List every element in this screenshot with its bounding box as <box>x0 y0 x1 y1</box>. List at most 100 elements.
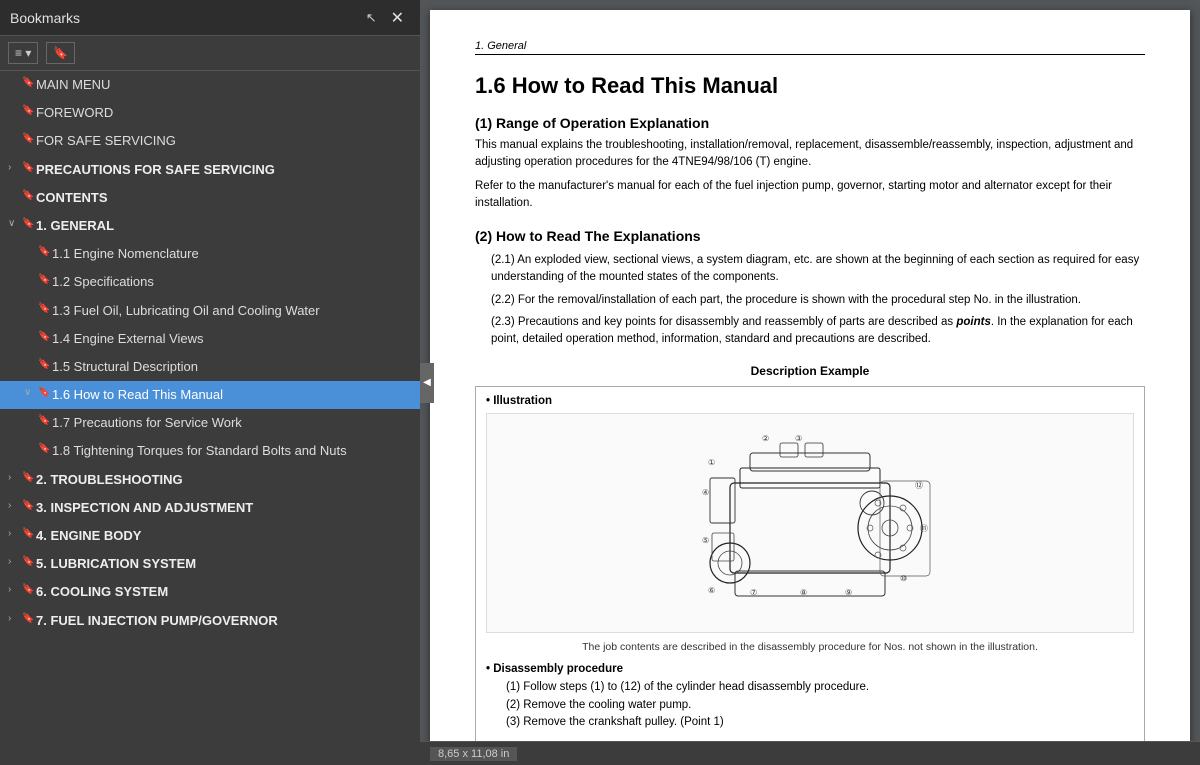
bookmark-icon: 🔖 <box>38 303 52 314</box>
bookmark-label: 7. FUEL INJECTION PUMP/GOVERNOR <box>36 612 278 630</box>
bookmark-label: 5. LUBRICATION SYSTEM <box>36 555 196 573</box>
expand-arrow: › <box>8 472 22 483</box>
svg-text:⑦: ⑦ <box>750 588 757 597</box>
disassembly-item: (2) Remove the cooling water pump. <box>486 697 1134 714</box>
bookmark-item-1-8[interactable]: 🔖 1.8 Tightening Torques for Standard Bo… <box>0 437 420 465</box>
list-options-button[interactable]: ≡ ▾ <box>8 42 38 64</box>
bookmark-icon: 🔖 <box>22 133 36 144</box>
bookmark-label: CONTENTS <box>36 189 108 207</box>
section-label: 1. General <box>475 40 1145 55</box>
disassembly-item: (3) Remove the crankshaft pulley. (Point… <box>486 714 1134 731</box>
doc-container[interactable]: 1. General 1.6 How to Read This Manual (… <box>420 0 1200 741</box>
bookmark-label: FOR SAFE SERVICING <box>36 132 176 150</box>
bookmark-item-foreword[interactable]: 🔖 FOREWORD <box>0 99 420 127</box>
bookmark-label: 1. GENERAL <box>36 217 114 235</box>
bookmark-icon: 🔖 <box>22 472 36 483</box>
bookmark-icon: 🔖 <box>38 359 52 370</box>
bookmark-item-main-menu[interactable]: 🔖 MAIN MENU <box>0 71 420 99</box>
section-range-of-operation: (1) Range of Operation Explanation This … <box>475 115 1145 212</box>
item3-bold: points <box>956 316 991 328</box>
bookmark-list: 🔖 MAIN MENU🔖 FOREWORD🔖 FOR SAFE SERVICIN… <box>0 71 420 765</box>
bookmark-icon: 🔖 <box>22 528 36 539</box>
svg-text:②: ② <box>762 434 769 443</box>
bookmark-item-inspection[interactable]: ›🔖 3. INSPECTION AND ADJUSTMENT <box>0 494 420 522</box>
bookmark-icon: 🔖 <box>22 613 36 624</box>
svg-text:⑥: ⑥ <box>708 586 715 595</box>
bookmark-item-1-4[interactable]: 🔖 1.4 Engine External Views <box>0 325 420 353</box>
collapse-panel-button[interactable]: ◀ <box>420 363 434 403</box>
bookmark-label: 1.2 Specifications <box>52 273 154 291</box>
page-size-label: 8,65 x 11,08 in <box>430 747 517 761</box>
section2-item1: (2.1) An exploded view, sectional views,… <box>475 252 1145 287</box>
bookmark-item-1-2[interactable]: 🔖 1.2 Specifications <box>0 268 420 296</box>
bookmark-item-1-5[interactable]: 🔖 1.5 Structural Description <box>0 353 420 381</box>
section2-item2: (2.2) For the removal/installation of ea… <box>475 292 1145 309</box>
bookmark-label: 1.7 Precautions for Service Work <box>52 414 242 432</box>
bookmark-icon: 🔖 <box>22 162 36 173</box>
bookmark-icon: 🔖 <box>22 500 36 511</box>
svg-text:⑨: ⑨ <box>845 588 852 597</box>
illustration-caption: The job contents are described in the di… <box>486 641 1134 653</box>
add-bookmark-button[interactable]: 🔖 <box>46 42 75 64</box>
bookmark-item-1-6[interactable]: ∨🔖 1.6 How to Read This Manual <box>0 381 420 409</box>
bookmark-label: 1.3 Fuel Oil, Lubricating Oil and Coolin… <box>52 302 320 320</box>
svg-text:⑧: ⑧ <box>800 588 807 597</box>
illustration-label: • Illustration <box>486 395 1134 407</box>
svg-text:④: ④ <box>702 488 709 497</box>
bookmark-icon: 🔖 <box>38 246 52 257</box>
bookmark-icon: 🔖 <box>22 105 36 116</box>
bookmark-icon: 🔖 <box>22 77 36 88</box>
bookmark-label: 6. COOLING SYSTEM <box>36 583 168 601</box>
document-panel: 1. General 1.6 How to Read This Manual (… <box>420 0 1200 765</box>
section2-item3: (2.3) Precautions and key points for dis… <box>475 314 1145 349</box>
bookmark-item-for-safe[interactable]: 🔖 FOR SAFE SERVICING <box>0 127 420 155</box>
bookmark-item-engine-body[interactable]: ›🔖 4. ENGINE BODY <box>0 522 420 550</box>
expand-arrow: › <box>8 613 22 624</box>
bookmark-icon: 🔖 <box>38 443 52 454</box>
bookmark-item-fuel-injection[interactable]: ›🔖 7. FUEL INJECTION PUMP/GOVERNOR <box>0 607 420 635</box>
bookmark-item-precautions[interactable]: ›🔖 PRECAUTIONS FOR SAFE SERVICING <box>0 156 420 184</box>
disassembly-items: (1) Follow steps (1) to (12) of the cyli… <box>486 679 1134 731</box>
bookmark-icon: 🔖 <box>38 274 52 285</box>
close-button[interactable]: ✕ <box>385 6 410 30</box>
bookmark-item-cooling[interactable]: ›🔖 6. COOLING SYSTEM <box>0 578 420 606</box>
bookmark-item-lubrication[interactable]: ›🔖 5. LUBRICATION SYSTEM <box>0 550 420 578</box>
illustration-area: ① ② ③ ④ ⑤ ⑥ ⑦ ⑧ ⑨ ⑩ ⑪ ⑫ <box>486 413 1134 633</box>
section-how-to-read: (2) How to Read The Explanations (2.1) A… <box>475 228 1145 348</box>
description-example: Description Example • Illustration <box>475 364 1145 741</box>
bookmark-label: 1.6 How to Read This Manual <box>52 386 223 404</box>
expand-arrow: › <box>8 162 22 173</box>
section1-title: (1) Range of Operation Explanation <box>475 115 1145 131</box>
bookmark-label: 2. TROUBLESHOOTING <box>36 471 183 489</box>
example-title: Description Example <box>475 364 1145 378</box>
bookmark-item-1-3[interactable]: 🔖 1.3 Fuel Oil, Lubricating Oil and Cool… <box>0 297 420 325</box>
svg-text:①: ① <box>708 458 715 467</box>
svg-text:⑤: ⑤ <box>702 536 709 545</box>
bookmark-label: 1.1 Engine Nomenclature <box>52 245 199 263</box>
expand-arrow: ∨ <box>24 387 38 398</box>
svg-text:⑫: ⑫ <box>915 481 923 490</box>
expand-arrow: › <box>8 556 22 567</box>
engine-illustration-svg: ① ② ③ ④ ⑤ ⑥ ⑦ ⑧ ⑨ ⑩ ⑪ ⑫ <box>650 423 970 623</box>
cursor-icon: ↖ <box>366 10 377 26</box>
section1-para2: Refer to the manufacturer's manual for e… <box>475 178 1145 213</box>
disassembly-item: (1) Follow steps (1) to (12) of the cyli… <box>486 679 1134 696</box>
bookmark-label: MAIN MENU <box>36 76 110 94</box>
bookmark-icon: 🔖 <box>38 415 52 426</box>
toolbar-row: ≡ ▾ 🔖 <box>0 36 420 71</box>
bookmark-item-1-1[interactable]: 🔖 1.1 Engine Nomenclature <box>0 240 420 268</box>
bookmark-item-general[interactable]: ∨🔖 1. GENERAL <box>0 212 420 240</box>
bookmark-icon: 🔖 <box>22 556 36 567</box>
bookmark-item-contents[interactable]: 🔖 CONTENTS <box>0 184 420 212</box>
section1-para1: This manual explains the troubleshooting… <box>475 137 1145 172</box>
bookmark-label: FOREWORD <box>36 104 113 122</box>
bookmark-icon: 🔖 <box>22 218 36 229</box>
svg-text:⑪: ⑪ <box>920 524 928 533</box>
bookmark-item-troubleshooting[interactable]: ›🔖 2. TROUBLESHOOTING <box>0 466 420 494</box>
status-bar: 8,65 x 11,08 in <box>420 741 1200 765</box>
bookmark-item-1-7[interactable]: 🔖 1.7 Precautions for Service Work <box>0 409 420 437</box>
bookmarks-title: Bookmarks <box>10 10 80 26</box>
bookmark-label: 4. ENGINE BODY <box>36 527 141 545</box>
bookmark-icon: 🔖 <box>22 190 36 201</box>
bookmark-icon: 🔖 <box>22 584 36 595</box>
